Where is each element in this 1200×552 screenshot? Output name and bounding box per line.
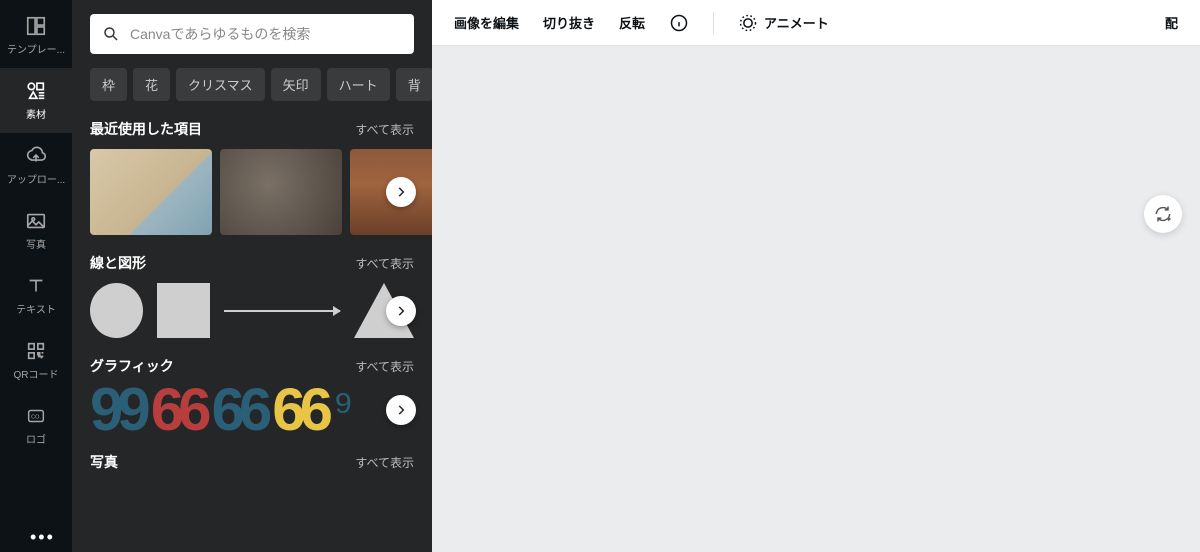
photo-icon [25, 210, 47, 232]
graphic-quote[interactable]: ⁹ [333, 391, 348, 429]
svg-text:CO.: CO. [31, 414, 41, 420]
graphic-quote[interactable]: 66 [272, 386, 327, 434]
flip-button[interactable]: 反転 [619, 13, 645, 32]
nav-label: アップロー... [7, 171, 65, 186]
section-title: 最近使用した項目 [90, 119, 202, 139]
chip[interactable]: クリスマス [176, 68, 265, 101]
graphic-quote[interactable]: 66 [151, 386, 206, 434]
nav-templates[interactable]: テンプレー... [0, 3, 72, 68]
divider [713, 12, 714, 34]
see-all-link[interactable]: すべて表示 [355, 454, 414, 471]
chip[interactable]: 矢印 [271, 68, 321, 101]
nav-label: ロゴ [26, 431, 46, 446]
recent-thumb[interactable] [90, 149, 212, 235]
canvas-toolbar: 画像を編集 切り抜き 反転 アニメート 配 [432, 0, 1200, 46]
sparkle-sync-icon [1153, 204, 1173, 224]
nav-photos[interactable]: 写真 [0, 198, 72, 263]
photos-section: 写真 すべて表示 [72, 452, 432, 482]
shape-arrow-line[interactable] [224, 310, 340, 312]
see-all-link[interactable]: すべて表示 [355, 255, 414, 272]
filter-chips: 枠 花 クリスマス 矢印 ハート 背 [72, 68, 432, 101]
nav-uploads[interactable]: アップロー... [0, 133, 72, 198]
graphics-section: グラフィック すべて表示 99 66 66 66 ⁹ [72, 356, 432, 434]
qr-icon [25, 340, 47, 362]
recent-section: 最近使用した項目 すべて表示 [72, 119, 432, 235]
nav-label: 素材 [26, 106, 46, 121]
shape-square[interactable] [157, 283, 210, 338]
chip[interactable]: ハート [327, 68, 390, 101]
chip[interactable]: 花 [133, 68, 170, 101]
logo-icon: CO. [25, 405, 47, 427]
canvas-area: 画像を編集 切り抜き 反転 アニメート 配 日々の聖句 「つばさ」IGM 3ペー… [432, 0, 1200, 552]
graphic-quote[interactable]: 66 [212, 386, 267, 434]
animate-button[interactable]: アニメート [738, 13, 829, 33]
see-all-link[interactable]: すべて表示 [355, 358, 414, 375]
search-icon [102, 25, 120, 43]
comment-fab[interactable] [1144, 195, 1182, 233]
elements-icon [25, 80, 47, 102]
section-title: 線と図形 [90, 253, 146, 273]
text-icon [25, 275, 47, 297]
nav-more[interactable]: ••• [30, 527, 55, 548]
scroll-right-button[interactable] [386, 296, 416, 326]
shape-circle[interactable] [90, 283, 143, 338]
chevron-right-icon [394, 185, 408, 199]
search-input[interactable] [130, 26, 402, 42]
nav-qrcode[interactable]: QRコード [0, 328, 72, 393]
nav-logo[interactable]: CO. ロゴ [0, 393, 72, 458]
search-bar[interactable] [90, 14, 414, 54]
animate-icon [738, 13, 758, 33]
upload-icon [25, 145, 47, 167]
elements-panel: 枠 花 クリスマス 矢印 ハート 背 最近使用した項目 すべて表示 線と図形 す… [72, 0, 432, 552]
shapes-section: 線と図形 すべて表示 [72, 253, 432, 338]
template-icon [25, 15, 47, 37]
crop-button[interactable]: 切り抜き [543, 13, 595, 32]
info-button[interactable] [669, 13, 689, 33]
animate-label: アニメート [764, 13, 829, 32]
info-icon [669, 13, 689, 33]
sidebar-nav: テンプレー... 素材 アップロー... 写真 テキスト QRコード CO. ロ… [0, 0, 72, 552]
nav-label: テンプレー... [7, 41, 65, 56]
section-title: 写真 [90, 452, 118, 472]
scroll-right-button[interactable] [386, 177, 416, 207]
scroll-right-button[interactable] [386, 395, 416, 425]
recent-thumb[interactable] [220, 149, 342, 235]
nav-label: テキスト [16, 301, 56, 316]
chevron-right-icon [394, 304, 408, 318]
nav-elements[interactable]: 素材 [0, 68, 72, 133]
nav-text[interactable]: テキスト [0, 263, 72, 328]
chip[interactable]: 背 [396, 68, 432, 101]
nav-label: QRコード [14, 366, 59, 381]
see-all-link[interactable]: すべて表示 [355, 121, 414, 138]
chip[interactable]: 枠 [90, 68, 127, 101]
align-button[interactable]: 配 [1165, 13, 1178, 32]
graphic-quote[interactable]: 99 [90, 386, 145, 434]
edit-image-button[interactable]: 画像を編集 [454, 13, 519, 32]
nav-label: 写真 [26, 236, 46, 251]
chevron-right-icon [394, 403, 408, 417]
section-title: グラフィック [90, 356, 174, 376]
